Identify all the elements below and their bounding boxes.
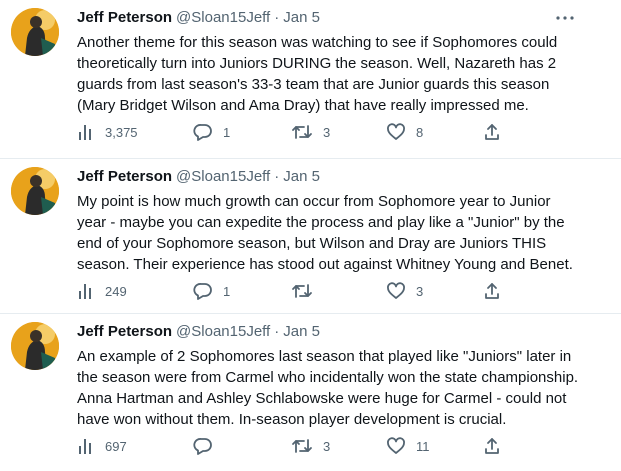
- tweet-date[interactable]: Jan 5: [283, 168, 320, 185]
- tweet-text-line: season. Their experience has stood out a…: [77, 256, 573, 273]
- like-icon: [386, 282, 406, 300]
- views-icon: [77, 282, 95, 300]
- retweet-count: 3: [323, 124, 331, 140]
- tweet-date[interactable]: Jan 5: [283, 9, 320, 26]
- like-button[interactable]: 8: [386, 122, 423, 142]
- separator: ·: [274, 168, 280, 185]
- tweet-text: My point is how much growth can occur fr…: [77, 191, 597, 275]
- reply-icon: [193, 282, 213, 300]
- reply-button[interactable]: 1: [193, 122, 230, 142]
- tweet-text-line: the season were from Carmel who incident…: [77, 369, 579, 386]
- share-button[interactable]: [483, 281, 501, 301]
- tweet-text-line: My point is how much growth can occur fr…: [77, 193, 551, 210]
- tweet-text-line: theoretically turn into Juniors DURING t…: [77, 55, 557, 72]
- views-count: 249: [105, 283, 127, 299]
- retweet-icon: [291, 282, 313, 300]
- action-bar: 697 3 11: [77, 436, 507, 456]
- like-count: 8: [416, 124, 424, 140]
- separator: ·: [274, 323, 280, 340]
- tweet-header: Jeff Peterson @Sloan15Jeff · Jan 5: [77, 9, 320, 27]
- action-bar: 3,375 1 3 8: [77, 122, 507, 142]
- author-handle[interactable]: @Sloan15Jeff: [176, 9, 270, 26]
- tweet-text-line: have won without them. In-season player …: [77, 411, 507, 428]
- reply-count: 1: [223, 283, 231, 299]
- tweet-text-line: guards from last season's 33-3 team that…: [77, 76, 550, 93]
- like-count: 11: [416, 438, 430, 454]
- like-icon: [386, 437, 406, 455]
- author-name[interactable]: Jeff Peterson: [77, 323, 172, 340]
- reply-button[interactable]: 1: [193, 281, 230, 301]
- tweet-text-line: An example of 2 Sophomores last season t…: [77, 348, 572, 365]
- like-icon: [386, 123, 406, 141]
- views-count: 3,375: [105, 124, 138, 140]
- action-bar: 249 1 3: [77, 281, 507, 301]
- views-button[interactable]: 249: [77, 281, 127, 301]
- separator: ·: [274, 9, 280, 26]
- tweet-text-line: end of your Sophomore season, but Wilson…: [77, 235, 547, 252]
- avatar[interactable]: [11, 8, 59, 56]
- tweet-text-line: Another theme for this season was watchi…: [77, 34, 558, 51]
- tweet-header: Jeff Peterson @Sloan15Jeff · Jan 5: [77, 168, 320, 186]
- reply-count: 1: [223, 124, 231, 140]
- share-icon: [483, 282, 501, 300]
- tweet-text-line: year - maybe you can expedite the proces…: [77, 214, 565, 231]
- share-icon: [483, 123, 501, 141]
- avatar[interactable]: [11, 322, 59, 370]
- retweet-icon: [291, 437, 313, 455]
- timeline: Jeff Peterson @Sloan15Jeff · Jan 5 Another …: [0, 0, 621, 471]
- author-name[interactable]: Jeff Peterson: [77, 9, 172, 26]
- views-count: 697: [105, 438, 127, 454]
- retweet-button[interactable]: 3: [291, 436, 330, 456]
- reply-icon: [193, 123, 213, 141]
- views-button[interactable]: 3,375: [77, 122, 138, 142]
- share-button[interactable]: [483, 122, 501, 142]
- tweet[interactable]: Jeff Peterson @Sloan15Jeff · Jan 5 Another …: [0, 0, 621, 159]
- retweet-button[interactable]: 3: [291, 122, 330, 142]
- like-button[interactable]: 11: [386, 436, 430, 456]
- like-button[interactable]: 3: [386, 281, 423, 301]
- share-icon: [483, 437, 501, 455]
- tweet-text: Another theme for this season was watchi…: [77, 32, 597, 116]
- views-icon: [77, 437, 95, 455]
- author-handle[interactable]: @Sloan15Jeff: [176, 168, 270, 185]
- author-handle[interactable]: @Sloan15Jeff: [176, 323, 270, 340]
- retweet-button[interactable]: [291, 281, 323, 301]
- views-button[interactable]: 697: [77, 436, 127, 456]
- retweet-icon: [291, 123, 313, 141]
- like-count: 3: [416, 283, 424, 299]
- reply-icon: [193, 437, 213, 455]
- avatar[interactable]: [11, 167, 59, 215]
- author-name[interactable]: Jeff Peterson: [77, 168, 172, 185]
- tweet-text-line: (Mary Bridget Wilson and Ama Dray) that …: [77, 97, 529, 114]
- reply-button[interactable]: [193, 436, 223, 456]
- views-icon: [77, 123, 95, 141]
- tweet[interactable]: Jeff Peterson @Sloan15Jeff · Jan 5 An examp…: [0, 314, 621, 471]
- tweet-text-line: Anna Hartman and Ashley Schlabowske were…: [77, 390, 567, 407]
- tweet-date[interactable]: Jan 5: [283, 323, 320, 340]
- tweet-header: Jeff Peterson @Sloan15Jeff · Jan 5: [77, 323, 320, 341]
- share-button[interactable]: [483, 436, 501, 456]
- tweet-text: An example of 2 Sophomores last season t…: [77, 346, 597, 430]
- tweet[interactable]: Jeff Peterson @Sloan15Jeff · Jan 5 My point…: [0, 159, 621, 314]
- retweet-count: 3: [323, 438, 331, 454]
- more-icon[interactable]: [553, 6, 577, 30]
